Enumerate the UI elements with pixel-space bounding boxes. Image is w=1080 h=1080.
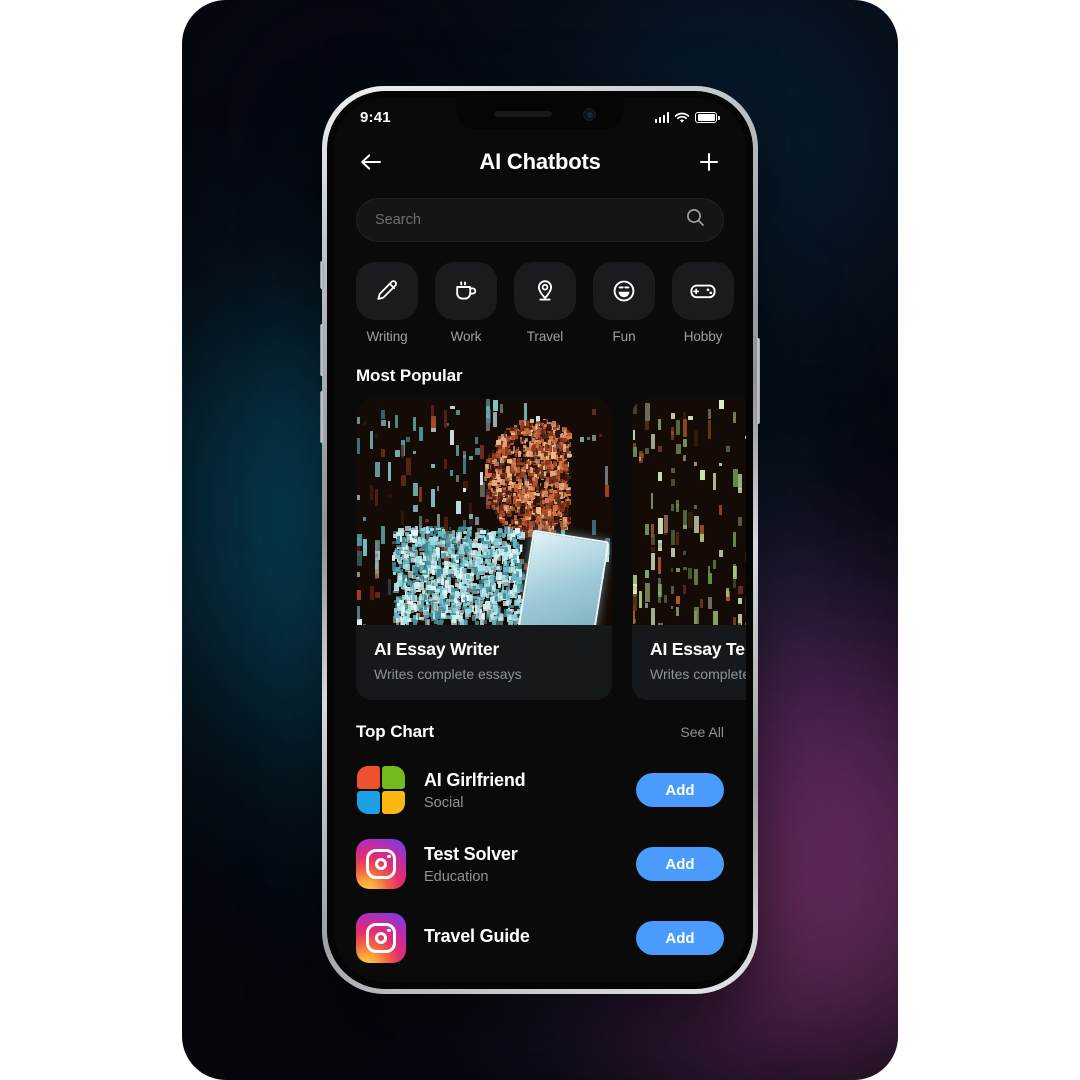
category-label: Work — [450, 329, 482, 344]
category-item-travel[interactable]: Travel — [514, 262, 576, 344]
status-clock: 9:41 — [360, 108, 391, 126]
popular-card-body: AI Essay Teller Writes complete essays — [632, 625, 746, 700]
row-category: Education — [424, 868, 489, 885]
popular-card-body: AI Essay Writer Writes complete essays — [356, 625, 612, 700]
search-input[interactable] — [375, 212, 686, 228]
back-arrow-icon[interactable] — [356, 147, 386, 177]
earpiece-speaker — [494, 111, 552, 117]
pencil-icon — [356, 262, 418, 320]
popular-card[interactable]: AI Essay Writer Writes complete essays — [356, 399, 612, 700]
mute-switch[interactable] — [320, 261, 324, 289]
wifi-icon — [675, 112, 690, 123]
most-popular-carousel[interactable]: AI Essay Writer Writes complete essays A… — [334, 399, 746, 700]
popular-card-title: AI Essay Teller — [650, 639, 746, 659]
volume-down-button[interactable] — [320, 391, 324, 443]
category-item-hobby[interactable]: Hobby — [672, 262, 734, 344]
row-name: AI Girlfriend — [424, 769, 526, 790]
table-row[interactable]: Test Solver Education Add — [356, 827, 724, 901]
volume-up-button[interactable] — [320, 324, 324, 376]
row-text: Travel Guide — [424, 926, 636, 951]
instagram-camera-icon — [356, 913, 406, 963]
notch — [456, 98, 624, 130]
page-title: AI Chatbots — [479, 149, 601, 174]
top-chart-list: AI Girlfriend Social Add Test Solver Edu… — [334, 753, 746, 975]
popular-card-subtitle: Writes complete essays — [374, 666, 522, 682]
search-bar[interactable] — [356, 198, 724, 242]
coffee-cup-icon — [435, 262, 497, 320]
section-title: Top Chart — [356, 722, 435, 741]
plus-icon[interactable] — [694, 147, 724, 177]
phone-bezel: 9:41 AI Chatbots Search Writing Work Tra… — [327, 91, 753, 989]
section-title: Most Popular — [356, 366, 463, 385]
see-all-link[interactable]: See All — [680, 724, 724, 740]
row-name: Travel Guide — [424, 925, 530, 946]
power-button[interactable] — [756, 338, 760, 424]
cellular-bars-icon — [654, 112, 670, 123]
category-label: Fun — [612, 329, 636, 344]
instagram-camera-icon — [356, 839, 406, 889]
row-text: AI Girlfriend Social — [424, 770, 636, 811]
category-item-fun[interactable]: Fun — [593, 262, 655, 344]
popular-card-title: AI Essay Writer — [374, 639, 500, 659]
add-button[interactable]: Add — [636, 847, 724, 881]
most-popular-header: Most Popular — [356, 366, 724, 386]
category-label: Hobby — [683, 329, 723, 344]
category-label: Travel — [526, 329, 564, 344]
add-button[interactable]: Add — [636, 921, 724, 955]
category-list: Writing Work Travel Fun Hobby — [334, 262, 746, 344]
screenshot-stage: 9:41 AI Chatbots Search Writing Work Tra… — [0, 0, 1080, 1080]
smiley-face-icon — [593, 262, 655, 320]
popular-card-subtitle: Writes complete essays — [650, 666, 746, 682]
gamepad-icon — [672, 262, 734, 320]
app-content: AI Chatbots Search Writing Work Travel F… — [334, 134, 746, 982]
battery-full-icon — [695, 112, 720, 123]
row-name: Test Solver — [424, 843, 518, 864]
status-icons — [654, 112, 720, 124]
four-squares-icon — [356, 765, 406, 815]
search-icon[interactable] — [686, 208, 705, 232]
row-text: Test Solver Education — [424, 844, 636, 885]
pixelated-portrait-teal-image — [356, 399, 612, 625]
add-button[interactable]: Add — [636, 773, 724, 807]
pixelated-portrait-green-image — [632, 399, 746, 625]
phone-mockup: 9:41 AI Chatbots Search Writing Work Tra… — [320, 86, 760, 994]
category-label: Writing — [366, 329, 408, 344]
category-item-writing[interactable]: Writing — [356, 262, 418, 344]
row-category: Social — [424, 794, 464, 811]
category-item-work[interactable]: Work — [435, 262, 497, 344]
top-chart-header: Top Chart See All — [356, 722, 724, 742]
popular-card[interactable]: AI Essay Teller Writes complete essays — [632, 399, 746, 700]
front-camera-icon — [583, 108, 596, 121]
location-pin-icon — [514, 262, 576, 320]
phone-screen: 9:41 AI Chatbots Search Writing Work Tra… — [334, 98, 746, 982]
table-row[interactable]: Travel Guide Add — [356, 901, 724, 975]
table-row[interactable]: AI Girlfriend Social Add — [356, 753, 724, 827]
app-bar: AI Chatbots — [334, 134, 746, 190]
